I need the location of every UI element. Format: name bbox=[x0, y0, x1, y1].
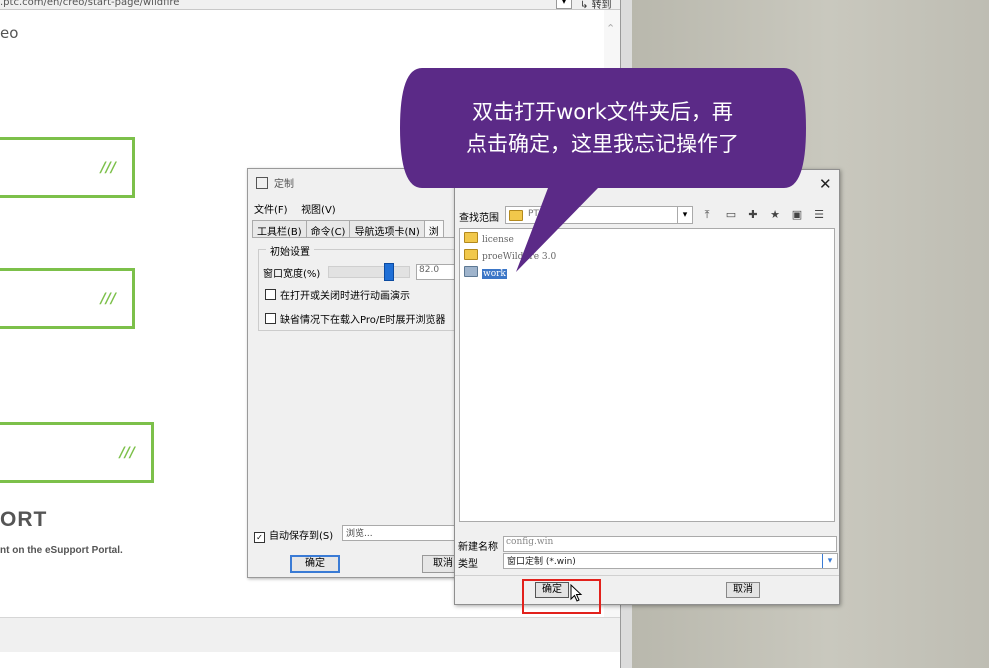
menu-file[interactable]: 文件(F) bbox=[254, 205, 288, 216]
menu-bar: 文件(F) 视图(V) bbox=[254, 201, 346, 216]
type-select[interactable]: 窗口定制 (*.win) ▾ bbox=[503, 553, 838, 569]
window-width-label: 窗口宽度(%) bbox=[263, 269, 321, 280]
content-card-2[interactable]: /// bbox=[0, 268, 135, 329]
card-mark: /// bbox=[100, 290, 116, 307]
browser-status-bar bbox=[0, 617, 620, 652]
autosave-checkbox[interactable]: ✓ bbox=[254, 532, 265, 543]
url-dropdown-icon[interactable]: ▾ bbox=[556, 0, 572, 9]
card-mark: /// bbox=[119, 444, 135, 461]
window-icon bbox=[256, 177, 268, 189]
tab-commands[interactable]: 命令(C) bbox=[305, 220, 351, 237]
content-card-3[interactable]: /// bbox=[0, 422, 154, 483]
close-icon[interactable]: ✕ bbox=[819, 175, 832, 193]
support-heading: ORT bbox=[0, 508, 48, 531]
customize-ok-button[interactable]: 确定 bbox=[290, 555, 340, 573]
animate-checkbox[interactable] bbox=[265, 289, 276, 300]
creo-logo: eo bbox=[0, 24, 19, 42]
expand-browser-label: 缺省情况下在载入Pro/E时展开浏览器 bbox=[280, 315, 446, 326]
autosave-label: 自动保存到(S) bbox=[269, 531, 334, 542]
expand-browser-option[interactable]: 缺省情况下在载入Pro/E时展开浏览器 bbox=[265, 311, 446, 326]
tab-toolbar[interactable]: 工具栏(B) bbox=[252, 220, 307, 237]
type-label: 类型 bbox=[458, 559, 478, 570]
divider bbox=[455, 575, 839, 576]
support-text: nt on the eSupport Portal. bbox=[0, 545, 123, 556]
autosave-path-field[interactable]: 浏览... bbox=[342, 525, 457, 541]
slider-thumb[interactable] bbox=[384, 263, 394, 281]
filename-input[interactable]: config.win bbox=[503, 536, 837, 552]
animate-label: 在打开或关闭时进行动画演示 bbox=[280, 291, 410, 302]
callout-line-2: 点击确定，这里我忘记操作了 bbox=[466, 132, 739, 156]
scroll-up-icon[interactable]: ⌃ bbox=[606, 22, 615, 35]
ok-highlight-box bbox=[522, 579, 601, 614]
view-menu-icon[interactable]: ☰ bbox=[811, 208, 827, 222]
filename-label: 新建名称 bbox=[458, 542, 498, 553]
animate-option[interactable]: 在打开或关闭时进行动画演示 bbox=[265, 287, 410, 302]
url-text[interactable]: .ptc.com/en/creo/start-page/wildfire bbox=[0, 0, 179, 8]
dialog-title: 定制 bbox=[256, 175, 294, 190]
callout-line-1: 双击打开work文件夹后，再 bbox=[472, 100, 733, 124]
group-title: 初始设置 bbox=[266, 243, 314, 258]
callout-text: 双击打开work文件夹后，再 点击确定，这里我忘记操作了 bbox=[430, 96, 775, 160]
dialog-title-text: 定制 bbox=[274, 179, 294, 190]
expand-browser-checkbox[interactable] bbox=[265, 313, 276, 324]
autosave-option[interactable]: ✓ 自动保存到(S) bbox=[254, 527, 333, 543]
mouse-cursor-icon bbox=[570, 584, 583, 602]
content-card-1[interactable]: /// bbox=[0, 137, 135, 198]
menu-view[interactable]: 视图(V) bbox=[301, 205, 336, 216]
file-cancel-button[interactable]: 取消 bbox=[726, 582, 760, 598]
chevron-down-icon[interactable]: ▾ bbox=[822, 554, 837, 568]
type-value: 窗口定制 (*.win) bbox=[507, 557, 576, 567]
card-mark: /// bbox=[100, 159, 116, 176]
address-bar[interactable]: .ptc.com/en/creo/start-page/wildfire ▾ ↳… bbox=[0, 0, 632, 11]
